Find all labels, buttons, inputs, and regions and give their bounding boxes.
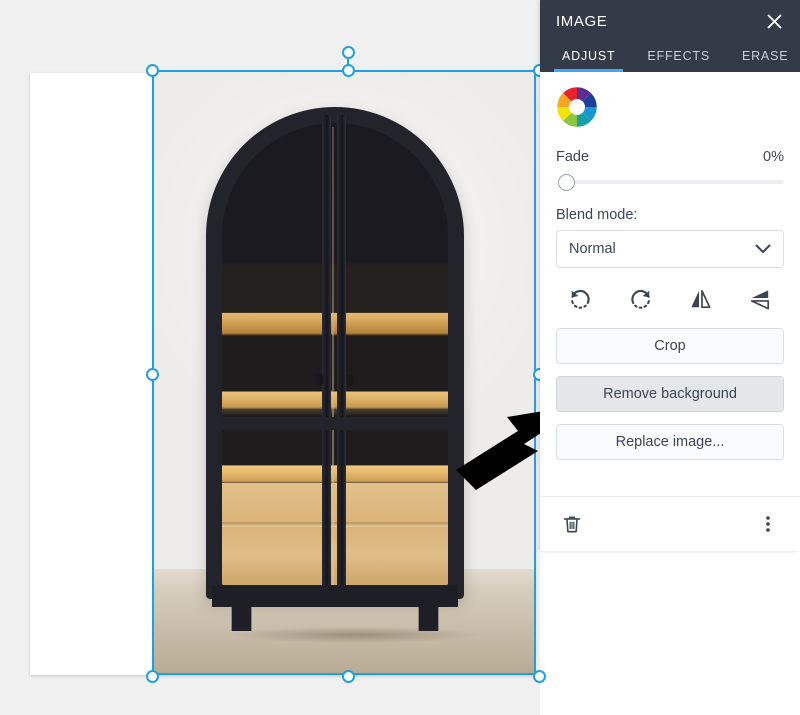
photo-background: [152, 70, 536, 675]
more-vertical-icon: [766, 516, 770, 532]
color-wheel-icon[interactable]: [556, 86, 598, 128]
canvas-area[interactable]: [0, 0, 546, 715]
tab-adjust[interactable]: ADJUST: [554, 49, 624, 72]
panel-body: Fade 0% Blend mode: Normal Crop Remove b…: [540, 72, 800, 496]
cabinet-lower-wood: [222, 483, 448, 585]
flip-vertical-icon: [750, 289, 769, 309]
chevron-down-icon: [755, 244, 771, 254]
resize-handle-middle-left[interactable]: [146, 368, 159, 381]
panel-title: IMAGE: [556, 12, 608, 30]
cabinet-interior: [222, 123, 448, 585]
resize-handle-bottom-center[interactable]: [342, 670, 355, 683]
image-panel[interactable]: IMAGE ADJUST EFFECTS ERASE Fade 0% Blend…: [540, 0, 800, 551]
fade-label: Fade: [556, 149, 590, 165]
blend-mode-select[interactable]: Normal: [556, 230, 784, 268]
door-knob-left: [316, 374, 323, 386]
cabinet-graphic: [206, 107, 476, 643]
more-options-button[interactable]: [754, 510, 782, 538]
resize-handle-bottom-right[interactable]: [533, 670, 546, 683]
blend-mode-label: Blend mode:: [556, 207, 638, 223]
cabinet-shadow: [236, 627, 476, 643]
flip-horizontal-button[interactable]: [682, 284, 718, 314]
flip-horizontal-icon: [690, 289, 710, 308]
rotate-left-button[interactable]: [562, 284, 598, 314]
panel-tabs[interactable]: ADJUST EFFECTS ERASE: [540, 42, 800, 72]
tab-effects[interactable]: EFFECTS: [639, 49, 718, 73]
resize-handle-bottom-left[interactable]: [146, 670, 159, 683]
close-icon: [767, 14, 781, 28]
fade-slider[interactable]: [556, 173, 784, 191]
rotate-right-icon: [630, 289, 650, 309]
trash-icon: [563, 516, 581, 533]
door-stile-left: [322, 115, 331, 589]
transform-icon-row[interactable]: [556, 282, 784, 328]
fade-value: 0%: [763, 149, 784, 165]
close-button[interactable]: [762, 9, 786, 33]
door-seam: [332, 127, 334, 587]
rotate-handle[interactable]: [342, 46, 355, 59]
tab-erase[interactable]: ERASE: [734, 49, 796, 73]
resize-handle-top-left[interactable]: [146, 64, 159, 77]
remove-background-button[interactable]: Remove background: [556, 376, 784, 412]
fade-slider-track[interactable]: [565, 180, 784, 184]
delete-button[interactable]: [558, 510, 586, 538]
blend-mode-value: Normal: [569, 241, 616, 257]
flip-vertical-button[interactable]: [742, 284, 778, 314]
door-rail: [220, 417, 450, 430]
resize-handle-top-center[interactable]: [342, 64, 355, 77]
crop-button[interactable]: Crop: [556, 328, 784, 364]
panel-header: IMAGE: [540, 0, 800, 42]
rotate-right-button[interactable]: [622, 284, 658, 314]
fade-slider-thumb[interactable]: [558, 174, 575, 191]
door-stile-right: [337, 115, 346, 589]
rotate-left-icon: [570, 289, 590, 309]
selected-image[interactable]: [152, 70, 536, 675]
panel-footer: [540, 496, 800, 551]
fade-row: Fade 0%: [556, 149, 784, 165]
replace-image-button[interactable]: Replace image...: [556, 424, 784, 460]
door-knob-right: [347, 374, 354, 386]
